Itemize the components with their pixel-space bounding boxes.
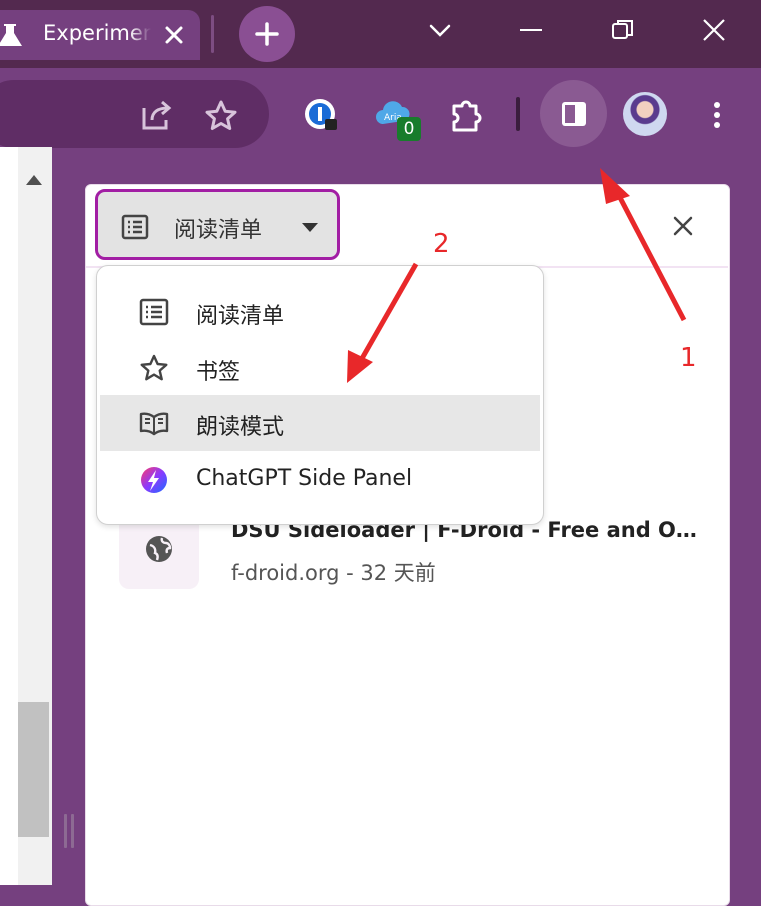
menu-item-reading-list[interactable]: 阅读清单: [100, 284, 540, 340]
tab-close-icon[interactable]: [162, 23, 186, 47]
side-panel-resize-handle[interactable]: [64, 814, 76, 848]
minimize-icon[interactable]: [518, 17, 544, 43]
side-panel-icon: [562, 102, 586, 126]
tab-separator: [211, 15, 214, 53]
menu-item-label: 书签: [196, 360, 241, 385]
star-icon[interactable]: [204, 99, 238, 133]
star-outline-icon: [140, 354, 168, 381]
selector-label: 阅读清单: [174, 218, 263, 243]
close-window-icon[interactable]: [701, 17, 727, 43]
kebab-menu-icon[interactable]: [713, 101, 721, 129]
close-panel-icon[interactable]: [671, 214, 695, 238]
menu-item-chatgpt-side-panel[interactable]: ChatGPT Side Panel: [100, 452, 540, 508]
1password-extension-icon[interactable]: [303, 97, 339, 133]
menu-item-bookmarks[interactable]: 书签: [100, 340, 540, 396]
side-panel-menu: 阅读清单 书签 朗读模式 ChatGPT Side Panel: [96, 265, 544, 525]
flask-icon: [0, 24, 22, 46]
annotation-label-2: 2: [433, 229, 450, 259]
list-icon: [139, 298, 169, 326]
new-tab-button[interactable]: [239, 6, 295, 62]
tab-title: Experimental: [43, 21, 151, 45]
side-panel-button[interactable]: [540, 80, 607, 147]
reading-list-item-subtitle: f-droid.org - 32 天前: [231, 561, 436, 585]
plus-icon: [255, 22, 279, 46]
tab-search-chevron-down-icon[interactable]: [427, 17, 453, 43]
page-area: [0, 147, 18, 885]
annotation-label-1: 1: [680, 343, 697, 373]
toolbar-separator: [516, 97, 520, 131]
chatgpt-sidepanel-icon: [141, 467, 167, 493]
globe-icon: [146, 536, 172, 562]
puzzle-extensions-icon[interactable]: [448, 98, 484, 134]
caret-down-icon: [302, 223, 318, 232]
menu-item-reading-mode[interactable]: 朗读模式: [100, 395, 540, 451]
scroll-up-arrow-icon[interactable]: [26, 175, 42, 185]
scrollbar-thumb[interactable]: [18, 702, 49, 837]
extension-badge: 0: [397, 117, 421, 141]
title-bar: Experimental: [0, 0, 761, 68]
browser-tab[interactable]: Experimental: [0, 10, 200, 60]
share-icon[interactable]: [140, 98, 174, 132]
menu-item-label: ChatGPT Side Panel: [196, 466, 413, 491]
restore-icon[interactable]: [610, 17, 636, 43]
list-icon: [121, 214, 149, 240]
side-panel-selector[interactable]: 阅读清单: [95, 189, 340, 260]
profile-avatar[interactable]: [623, 92, 667, 136]
menu-item-label: 阅读清单: [196, 304, 285, 329]
book-open-icon: [139, 412, 169, 436]
menu-item-label: 朗读模式: [196, 415, 285, 440]
